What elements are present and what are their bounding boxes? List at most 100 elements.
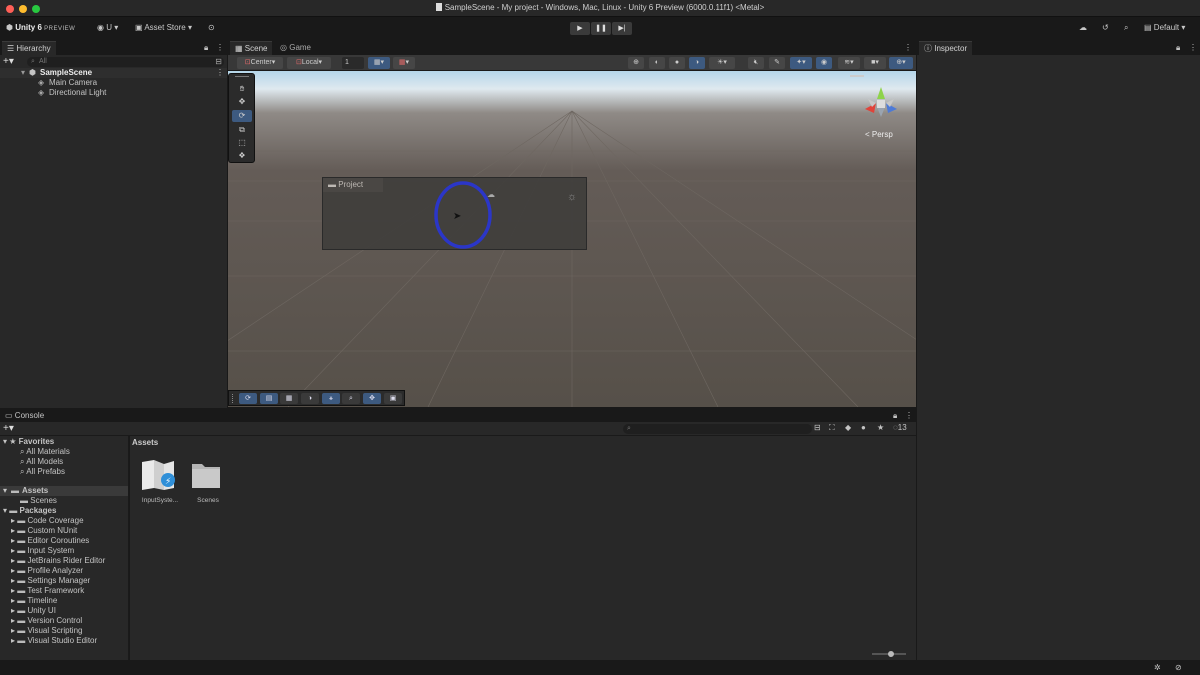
kebab-menu-icon[interactable]: ⋮: [216, 43, 224, 52]
project-search-input[interactable]: ⌕: [623, 424, 812, 434]
camera-dropdown[interactable]: ■▾: [864, 57, 886, 69]
audio-toggle-icon[interactable]: 🔇︎: [748, 57, 764, 69]
snap-dropdown[interactable]: ▦▾: [393, 57, 415, 69]
history-icon[interactable]: ↺: [1102, 21, 1109, 35]
orientation-gizmo[interactable]: [858, 81, 904, 127]
asset-item[interactable]: Scenes: [186, 458, 230, 508]
scene-visibility-dropdown[interactable]: ✦▾: [790, 57, 812, 69]
move-arrows-icon[interactable]: ✥: [363, 393, 381, 404]
icon-size-slider[interactable]: [872, 651, 906, 657]
hierarchy-search-input[interactable]: ⌕ All ⊟: [27, 57, 224, 67]
pivot-rotation-dropdown[interactable]: ⊡Local▾: [287, 57, 331, 69]
path-icon[interactable]: ⚹: [322, 393, 340, 404]
tag-icon[interactable]: ◆: [845, 423, 851, 432]
package-item[interactable]: ▸ ▬ Custom NUnit: [11, 526, 77, 536]
grid-snap-icon[interactable]: ▦: [280, 393, 298, 404]
move-tool-icon[interactable]: ✥: [232, 96, 252, 108]
package-item[interactable]: ▸ ▬ Profile Analyzer: [11, 566, 83, 576]
hidden-packages-toggle[interactable]: ◌13: [893, 423, 907, 432]
eye-icon[interactable]: ◉: [816, 57, 832, 69]
render-mode-dropdown[interactable]: ☀▾: [709, 57, 735, 69]
pivot-mode-dropdown[interactable]: ⊡Center▾: [237, 57, 283, 69]
scale-tool-icon[interactable]: ⧉: [232, 124, 252, 136]
camera-projection-label[interactable]: < Persp: [865, 130, 893, 139]
create-dropdown-button[interactable]: +▾: [3, 423, 14, 434]
tab-inspector[interactable]: ⓘ Inspector: [919, 41, 973, 55]
magnifier-icon[interactable]: ⌕: [342, 393, 360, 404]
kebab-menu-icon[interactable]: ⋮: [904, 43, 912, 52]
transform-tool-icon[interactable]: ❖: [232, 150, 252, 162]
orbit-icon[interactable]: ⟳: [239, 393, 257, 404]
cache-server-icon[interactable]: ⊘: [1175, 663, 1182, 672]
package-item[interactable]: ▸ ▬ Unity UI: [11, 606, 56, 616]
lock-icon[interactable]: 🔒︎: [1176, 43, 1180, 53]
lighting-toggle-icon[interactable]: ◑: [689, 57, 705, 69]
search-icon[interactable]: ⌕: [1124, 21, 1128, 35]
breadcrumb[interactable]: Assets: [132, 438, 158, 447]
gizmo-menu-icon[interactable]: [850, 75, 864, 77]
package-item[interactable]: ▸ ▬ Visual Studio Editor: [11, 636, 97, 646]
search-filter-icon[interactable]: ⊟: [215, 57, 222, 67]
tab-console[interactable]: ▭ Console: [5, 411, 44, 421]
hand-tool-icon[interactable]: ✋︎: [232, 83, 252, 95]
packages-folder-row[interactable]: ▾ ▬ Packages: [3, 506, 56, 516]
hierarchy-item[interactable]: ◈ Main Camera: [0, 78, 227, 88]
package-item[interactable]: ▸ ▬ Timeline: [11, 596, 57, 606]
search-by-type-icon[interactable]: ⊟: [814, 423, 821, 432]
expand-arrow-icon[interactable]: ▾: [3, 486, 7, 496]
effects-toggle-icon[interactable]: ✎: [769, 57, 785, 69]
package-item[interactable]: ▸ ▬ Test Framework: [11, 586, 84, 596]
asset-store-dropdown[interactable]: ▣ Asset Store ▾: [135, 21, 192, 35]
account-dropdown[interactable]: ◉ U ▾: [97, 21, 118, 35]
package-item[interactable]: ▸ ▬ Version Control: [11, 616, 82, 626]
floating-project-tab[interactable]: ▬ Project: [323, 178, 383, 192]
navmesh-icon[interactable]: ▤: [260, 393, 278, 404]
scene-row[interactable]: ▾ ⬢ SampleScene ⋮: [0, 68, 227, 78]
floating-project-window[interactable]: ▬ Project ☁ ☼ ➤: [322, 177, 587, 250]
add-dropdown-button[interactable]: +▾: [3, 56, 14, 67]
unity-menu[interactable]: ⬢ Unity 6 PREVIEW: [6, 21, 75, 35]
overlay-drag-handle[interactable]: [232, 394, 234, 403]
tab-game[interactable]: ◎ Game: [275, 41, 317, 55]
tab-scene[interactable]: ▦ Scene: [230, 41, 273, 55]
hierarchy-item[interactable]: ◈ Directional Light: [0, 88, 227, 98]
folder-item[interactable]: ▬ Scenes: [20, 496, 57, 506]
favorite-item[interactable]: ⌕ All Materials: [20, 447, 70, 457]
assets-folder-row[interactable]: ▾ ▬ Assets: [0, 486, 128, 496]
global-view-icon[interactable]: ⊕: [628, 57, 644, 69]
kebab-menu-icon[interactable]: ⋮: [216, 68, 224, 78]
grid-visibility-dropdown[interactable]: ▦▾: [368, 57, 390, 69]
scene-viewport[interactable]: < Persp ▬ Project ☁ ☼ ➤: [228, 71, 916, 407]
asset-item[interactable]: ⚡ InputSyste...: [138, 458, 182, 508]
cloud-icon[interactable]: ☁: [1079, 21, 1087, 35]
info-toggle-icon[interactable]: ●: [861, 423, 866, 432]
pause-button[interactable]: ❚❚: [591, 22, 611, 35]
step-button[interactable]: ▶|: [612, 22, 632, 35]
package-item[interactable]: ▸ ▬ JetBrains Rider Editor: [11, 556, 105, 566]
package-item[interactable]: ▸ ▬ Editor Coroutines: [11, 536, 89, 546]
package-item[interactable]: ▸ ▬ Settings Manager: [11, 576, 90, 586]
rect-tool-icon[interactable]: ⬚: [232, 137, 252, 149]
gizmos-dropdown[interactable]: ⊕▾: [889, 57, 913, 69]
slider-thumb[interactable]: [888, 651, 894, 657]
package-item[interactable]: ▸ ▬ Code Coverage: [11, 516, 84, 526]
lock-icon[interactable]: 🔒︎: [893, 411, 897, 421]
version-control-icon[interactable]: ⊙: [208, 21, 215, 35]
package-item[interactable]: ▸ ▬ Visual Scripting: [11, 626, 82, 636]
shaded-wireframe-icon[interactable]: ◐: [649, 57, 665, 69]
favorite-item[interactable]: ⌕ All Prefabs: [20, 467, 65, 477]
kebab-menu-icon[interactable]: ⋮: [905, 411, 913, 420]
favorite-item[interactable]: ⌕ All Models: [20, 457, 63, 467]
debug-mode-icon[interactable]: ✲: [1154, 663, 1161, 672]
search-by-label-icon[interactable]: ⛶: [829, 423, 835, 433]
play-button[interactable]: ▶: [570, 22, 590, 35]
layers-dropdown[interactable]: ≋▾: [838, 57, 860, 69]
shaded-sphere-icon[interactable]: ●: [669, 57, 685, 69]
favorite-star-icon[interactable]: ★: [877, 423, 884, 432]
rotate-tool-icon[interactable]: ⟳: [232, 110, 252, 122]
kebab-menu-icon[interactable]: ⋮: [1189, 43, 1197, 52]
grid-size-field[interactable]: 1: [342, 57, 364, 69]
lighting-icon[interactable]: ◑: [301, 393, 319, 404]
tab-hierarchy[interactable]: ☰ Hierarchy: [2, 41, 56, 55]
palette-drag-handle[interactable]: [235, 76, 249, 77]
